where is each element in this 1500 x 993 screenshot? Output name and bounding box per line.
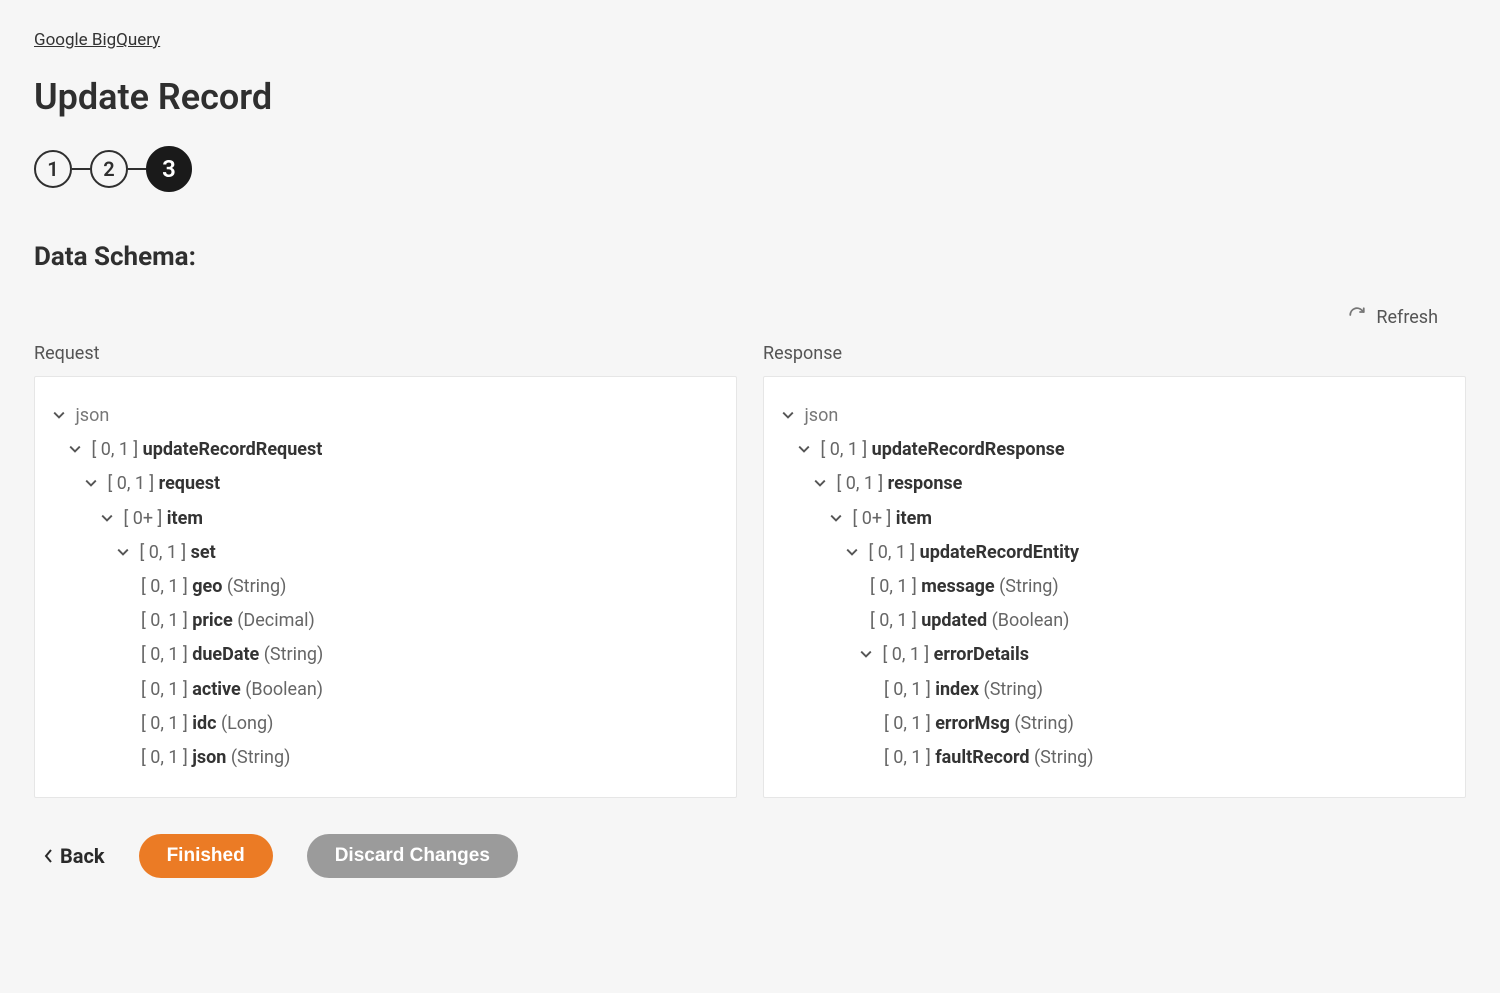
tree-root: json (804, 405, 838, 426)
step-connector (128, 168, 146, 170)
cardinality: [ 0, 1 ] (141, 576, 188, 597)
node-name: item (896, 508, 932, 529)
node-name: updateRecordRequest (143, 439, 323, 460)
chevron-down-icon[interactable] (782, 399, 800, 433)
discard-button[interactable]: Discard Changes (307, 834, 518, 878)
cardinality: [ 0, 1 ] (870, 576, 917, 597)
request-tree: json [ 0, 1 ] updateRecordRequest [ 0, 1… (34, 376, 737, 798)
field-name: active (192, 679, 241, 700)
field-name: updated (921, 610, 987, 631)
cardinality: [ 0, 1 ] (884, 679, 931, 700)
field-type: (String) (1034, 747, 1094, 768)
field-name: price (192, 610, 233, 631)
refresh-icon (1348, 306, 1366, 329)
field-type: (String) (231, 747, 291, 768)
breadcrumb-link[interactable]: Google BigQuery (34, 30, 160, 50)
request-column: Request json [ 0, 1 ] updateRecordReques… (34, 329, 737, 798)
cardinality: [ 0, 1 ] (884, 713, 931, 734)
back-button[interactable]: Back (44, 844, 105, 868)
field-name: message (921, 576, 994, 597)
field-type: (Decimal) (237, 610, 315, 631)
response-tree: json [ 0, 1 ] updateRecordResponse [ 0, … (763, 376, 1466, 798)
cardinality: [ 0, 1 ] (868, 542, 915, 563)
chevron-down-icon[interactable] (69, 433, 87, 467)
cardinality: [ 0, 1 ] (870, 610, 917, 631)
node-name: errorDetails (934, 644, 1029, 665)
cardinality: [ 0, 1 ] (141, 644, 188, 665)
node-name: request (159, 473, 220, 494)
cardinality: [ 0, 1 ] (139, 542, 186, 563)
step-connector (72, 168, 90, 170)
step-3[interactable]: 3 (146, 146, 192, 192)
node-name: updateRecordResponse (872, 439, 1065, 460)
node-name: response (888, 473, 963, 494)
chevron-down-icon[interactable] (798, 433, 816, 467)
field-type: (String) (1014, 713, 1074, 734)
field-name: index (935, 679, 979, 700)
chevron-down-icon[interactable] (846, 536, 864, 570)
finished-button[interactable]: Finished (139, 834, 273, 878)
chevron-down-icon[interactable] (830, 502, 848, 536)
response-label: Response (763, 343, 1466, 364)
field-name: faultRecord (935, 747, 1029, 768)
refresh-button[interactable]: Refresh (1348, 306, 1438, 329)
chevron-down-icon[interactable] (860, 638, 878, 672)
response-column: Response json [ 0, 1 ] updateRecordRespo… (763, 329, 1466, 798)
field-name: dueDate (192, 644, 259, 665)
cardinality: [ 0, 1 ] (91, 439, 138, 460)
field-name: json (192, 747, 226, 768)
field-type: (String) (227, 576, 287, 597)
field-name: geo (192, 576, 222, 597)
chevron-down-icon[interactable] (53, 399, 71, 433)
chevron-down-icon[interactable] (814, 467, 832, 501)
field-type: (String) (999, 576, 1059, 597)
chevron-down-icon[interactable] (101, 502, 119, 536)
chevron-down-icon[interactable] (117, 536, 135, 570)
cardinality: [ 0, 1 ] (141, 713, 188, 734)
node-name: set (191, 542, 216, 563)
step-2[interactable]: 2 (90, 150, 128, 188)
field-name: idc (192, 713, 216, 734)
node-name: updateRecordEntity (920, 542, 1079, 563)
cardinality: [ 0, 1 ] (884, 747, 931, 768)
chevron-left-icon (44, 844, 54, 868)
cardinality: [ 0, 1 ] (820, 439, 867, 460)
tree-root: json (75, 405, 109, 426)
field-name: errorMsg (935, 713, 1010, 734)
stepper: 1 2 3 (34, 146, 1466, 192)
field-type: (String) (984, 679, 1044, 700)
cardinality: [ 0, 1 ] (107, 473, 154, 494)
cardinality: [ 0, 1 ] (141, 747, 188, 768)
cardinality: [ 0, 1 ] (836, 473, 883, 494)
cardinality: [ 0+ ] (123, 508, 162, 529)
field-type: (Long) (221, 713, 273, 734)
cardinality: [ 0, 1 ] (882, 644, 929, 665)
back-label: Back (60, 844, 105, 868)
field-type: (String) (264, 644, 324, 665)
chevron-down-icon[interactable] (85, 467, 103, 501)
cardinality: [ 0, 1 ] (141, 679, 188, 700)
section-title: Data Schema: (34, 242, 1466, 272)
cardinality: [ 0, 1 ] (141, 610, 188, 631)
node-name: item (167, 508, 203, 529)
page-title: Update Record (34, 76, 1466, 118)
request-label: Request (34, 343, 737, 364)
refresh-label: Refresh (1376, 307, 1438, 328)
cardinality: [ 0+ ] (852, 508, 891, 529)
field-type: (Boolean) (245, 679, 323, 700)
field-type: (Boolean) (992, 610, 1070, 631)
step-1[interactable]: 1 (34, 150, 72, 188)
